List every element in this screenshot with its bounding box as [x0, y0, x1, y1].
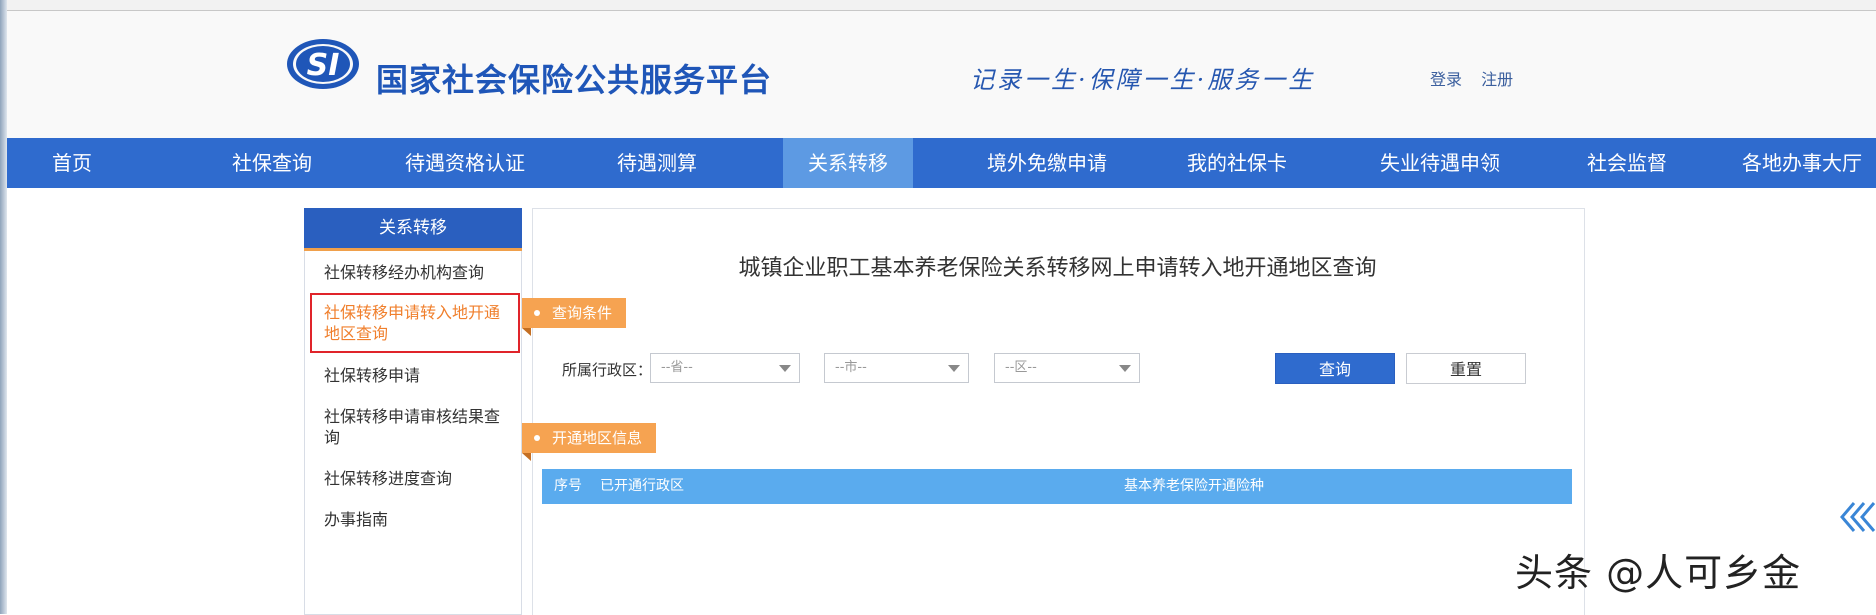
- auth-links: 登录 注册: [1430, 66, 1527, 90]
- nav-item-my-card[interactable]: 我的社保卡: [1167, 138, 1307, 188]
- sidebar-item-open-region-query[interactable]: 社保转移申请转入地开通地区查询: [324, 302, 504, 344]
- page-title: 城镇企业职工基本养老保险关系转移网上申请转入地开通地区查询: [738, 256, 1377, 281]
- region-label: 所属行政区：: [562, 361, 653, 379]
- chevron-down-icon: [779, 365, 791, 372]
- nav-item-overseas-exemption[interactable]: 境外免缴申请: [967, 138, 1127, 188]
- district-select-value: --区--: [1005, 360, 1037, 375]
- bullet-icon: [534, 310, 540, 316]
- site-title[interactable]: 国家社会保险公共服务平台: [376, 55, 772, 101]
- window-left-edge: [0, 0, 7, 614]
- open-regions-label: 开通地区信息: [552, 429, 643, 447]
- query-conditions-label: 查询条件: [552, 304, 613, 322]
- ribbon-fold: [522, 328, 531, 336]
- register-link[interactable]: 注册: [1481, 70, 1513, 89]
- chevron-down-icon: [948, 365, 960, 372]
- query-button[interactable]: 查询: [1275, 353, 1395, 384]
- query-conditions-tag: 查询条件: [522, 298, 627, 336]
- login-link[interactable]: 登录: [1430, 70, 1462, 89]
- nav-item-social-security-query[interactable]: 社保查询: [197, 138, 347, 188]
- slogan: 记录一生·保障一生·服务一生: [970, 66, 1316, 94]
- sidebar-title: 关系转移: [304, 208, 522, 251]
- nav-item-home[interactable]: 首页: [7, 138, 137, 188]
- reset-button[interactable]: 重置: [1406, 353, 1526, 384]
- column-header-region: 已开通行政区: [600, 478, 684, 494]
- sidebar-item-progress-query[interactable]: 社保转移进度查询: [324, 468, 514, 489]
- sidebar-item-transfer-apply[interactable]: 社保转移申请: [324, 365, 514, 386]
- city-select-value: --市--: [835, 360, 867, 375]
- sidebar-item-review-result[interactable]: 社保转移申请审核结果查询: [324, 406, 506, 448]
- si-logo[interactable]: SI: [285, 37, 361, 91]
- sidebar-item-agency-query[interactable]: 社保转移经办机构查询: [324, 262, 514, 283]
- city-select[interactable]: --市--: [824, 353, 969, 383]
- main-nav: 首页 社保查询 待遇资格认证 待遇测算 关系转移 境外免缴申请 我的社保卡 失业…: [7, 138, 1876, 188]
- nav-item-local-halls[interactable]: 各地办事大厅: [1742, 138, 1876, 188]
- ribbon-fold: [522, 453, 531, 461]
- browser-top-strip: [0, 0, 1876, 11]
- province-select[interactable]: --省--: [650, 353, 800, 383]
- column-header-insurance-type: 基本养老保险开通险种: [1124, 478, 1264, 494]
- results-table-header: 序号 已开通行政区 基本养老保险开通险种: [542, 469, 1572, 504]
- nav-item-supervision[interactable]: 社会监督: [1562, 138, 1692, 188]
- nav-item-qualification-auth[interactable]: 待遇资格认证: [385, 138, 545, 188]
- column-header-index: 序号: [554, 478, 582, 494]
- double-chevron-left-icon[interactable]: [1838, 500, 1876, 534]
- watermark-brand: 头条 @人可乡金: [1515, 551, 1802, 595]
- logo-text: SI: [307, 48, 340, 83]
- nav-item-unemployment[interactable]: 失业待遇申领: [1355, 138, 1525, 188]
- district-select[interactable]: --区--: [994, 353, 1140, 383]
- nav-item-benefit-calc[interactable]: 待遇测算: [587, 138, 727, 188]
- open-regions-tag: 开通地区信息: [522, 423, 657, 461]
- nav-item-relation-transfer[interactable]: 关系转移: [783, 138, 913, 188]
- chevron-down-icon: [1119, 365, 1131, 372]
- bullet-icon: [534, 435, 540, 441]
- sidebar-item-guide[interactable]: 办事指南: [324, 509, 514, 530]
- province-select-value: --省--: [661, 360, 693, 375]
